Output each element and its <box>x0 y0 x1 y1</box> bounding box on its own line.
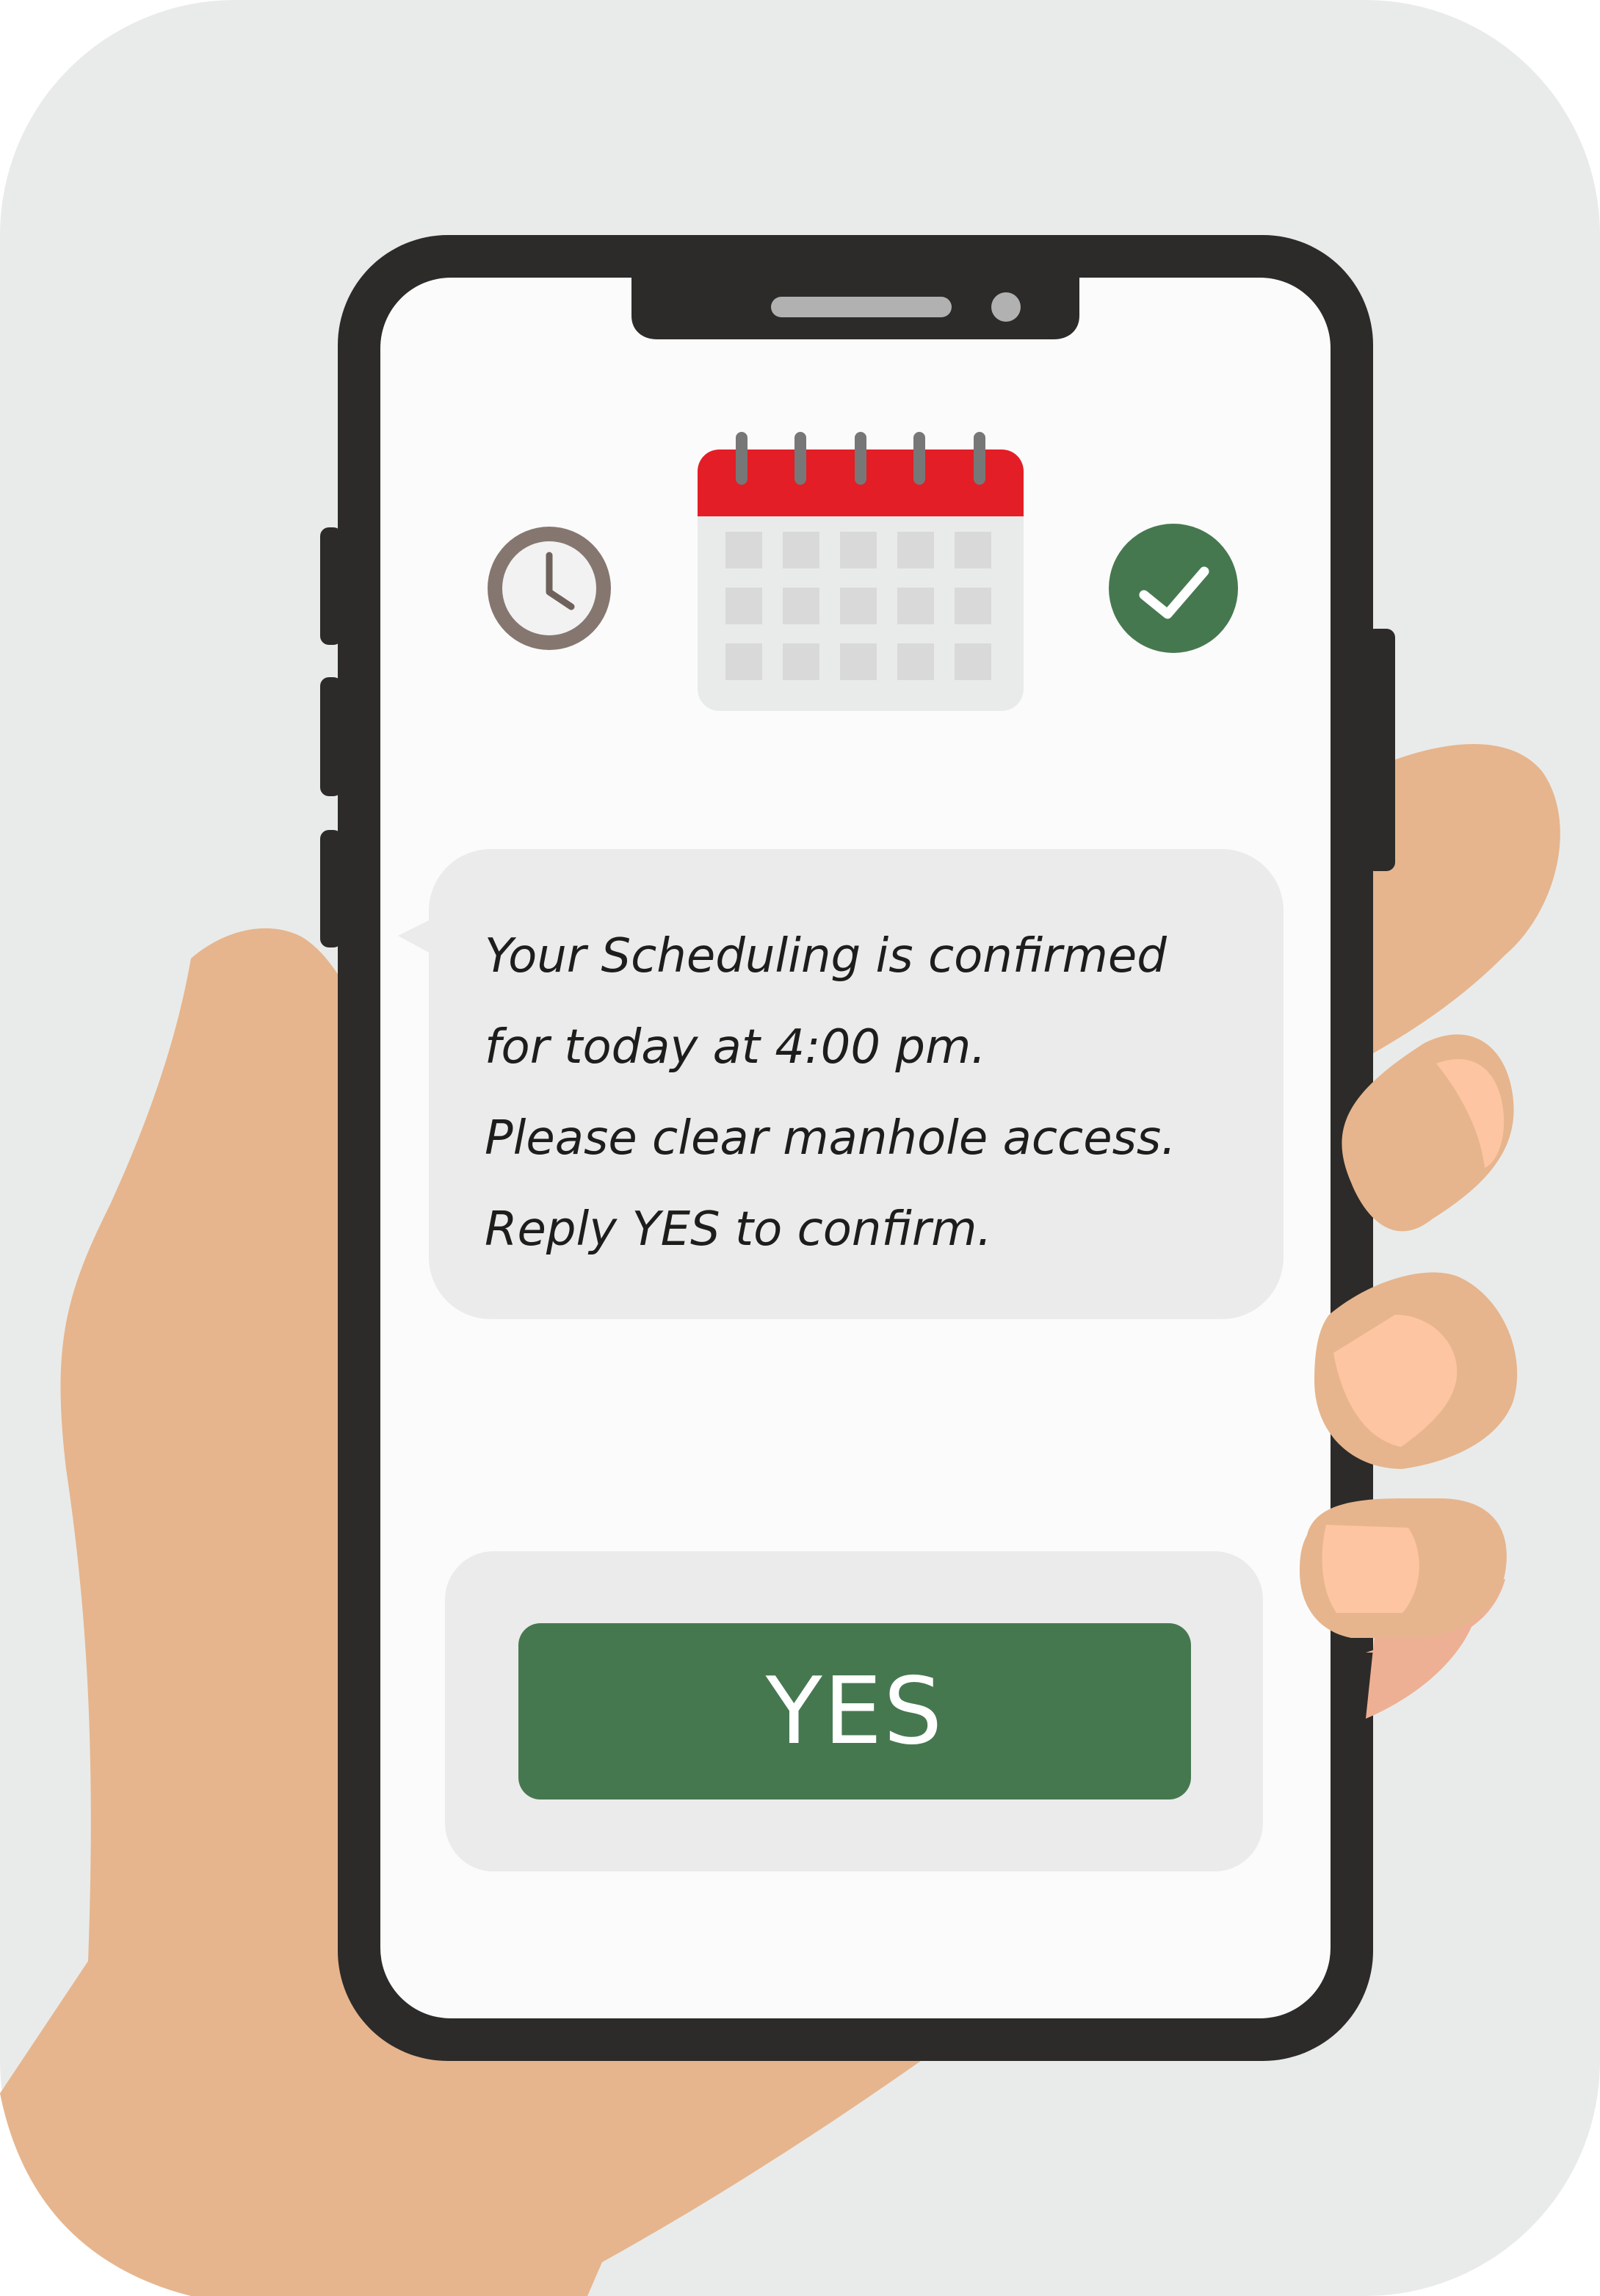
clock-icon <box>488 527 611 650</box>
phone-camera <box>991 292 1021 322</box>
message-line-1: Your Scheduling is confirmed <box>485 929 1167 983</box>
message-text: Your Scheduling is confirmed for today a… <box>485 911 1292 1275</box>
message-line-4: Reply YES to confirm. <box>485 1202 992 1257</box>
check-circle-icon <box>1109 524 1238 653</box>
phone-speaker <box>771 297 952 317</box>
message-line-2: for today at 4:00 pm. <box>485 1020 986 1075</box>
calendar-icon <box>698 432 1024 711</box>
yes-button[interactable]: YES <box>518 1623 1191 1799</box>
message-line-3: Please clear manhole access. <box>485 1111 1176 1166</box>
